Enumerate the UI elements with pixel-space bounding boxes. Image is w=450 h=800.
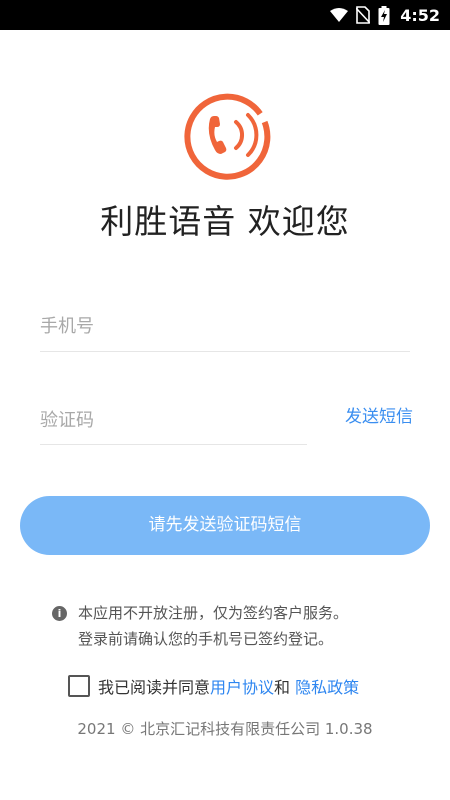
status-icons: 4:52 [330,0,440,30]
code-underline [40,444,307,445]
phone-icon [208,116,227,154]
agree-checkbox[interactable] [68,675,90,697]
no-sim-icon [356,6,371,24]
welcome-title: 利胜语音 欢迎您 [100,202,350,241]
phone-underline [40,351,410,352]
wifi-icon [330,8,349,22]
agreement-row: 我已阅读并同意 用户协议 和 隐私政策 [68,674,359,698]
privacy-policy-link[interactable]: 隐私政策 [295,674,359,698]
phone-input[interactable] [40,316,410,337]
code-field-wrapper [40,410,305,431]
status-time: 4:52 [400,5,440,25]
user-agreement-link[interactable]: 用户协议 [210,674,274,698]
agreement-prefix: 我已阅读并同意 [98,678,211,697]
notice-line-1: 本应用不开放注册，仅为签约客户服务。 [78,604,349,622]
agreement-and: 和 [274,678,296,697]
notice-line-2: 登录前请确认您的手机号已签约登记。 [78,630,334,648]
copyright-footer: 2021 © 北京汇记科技有限责任公司 1.0.38 [77,720,373,738]
notice-block: i 本应用不开放注册，仅为签约客户服务。 登录前请确认您的手机号已签约登记。 [52,600,416,652]
app-logo [178,88,272,182]
send-sms-button[interactable]: 发送短信 [345,402,413,427]
phone-field-wrapper [40,316,410,337]
status-bar: 4:52 [0,0,450,30]
info-icon: i [52,606,67,621]
battery-charging-icon [378,5,390,25]
verification-code-input[interactable] [40,410,305,431]
submit-button[interactable]: 请先发送验证码短信 [20,496,430,555]
